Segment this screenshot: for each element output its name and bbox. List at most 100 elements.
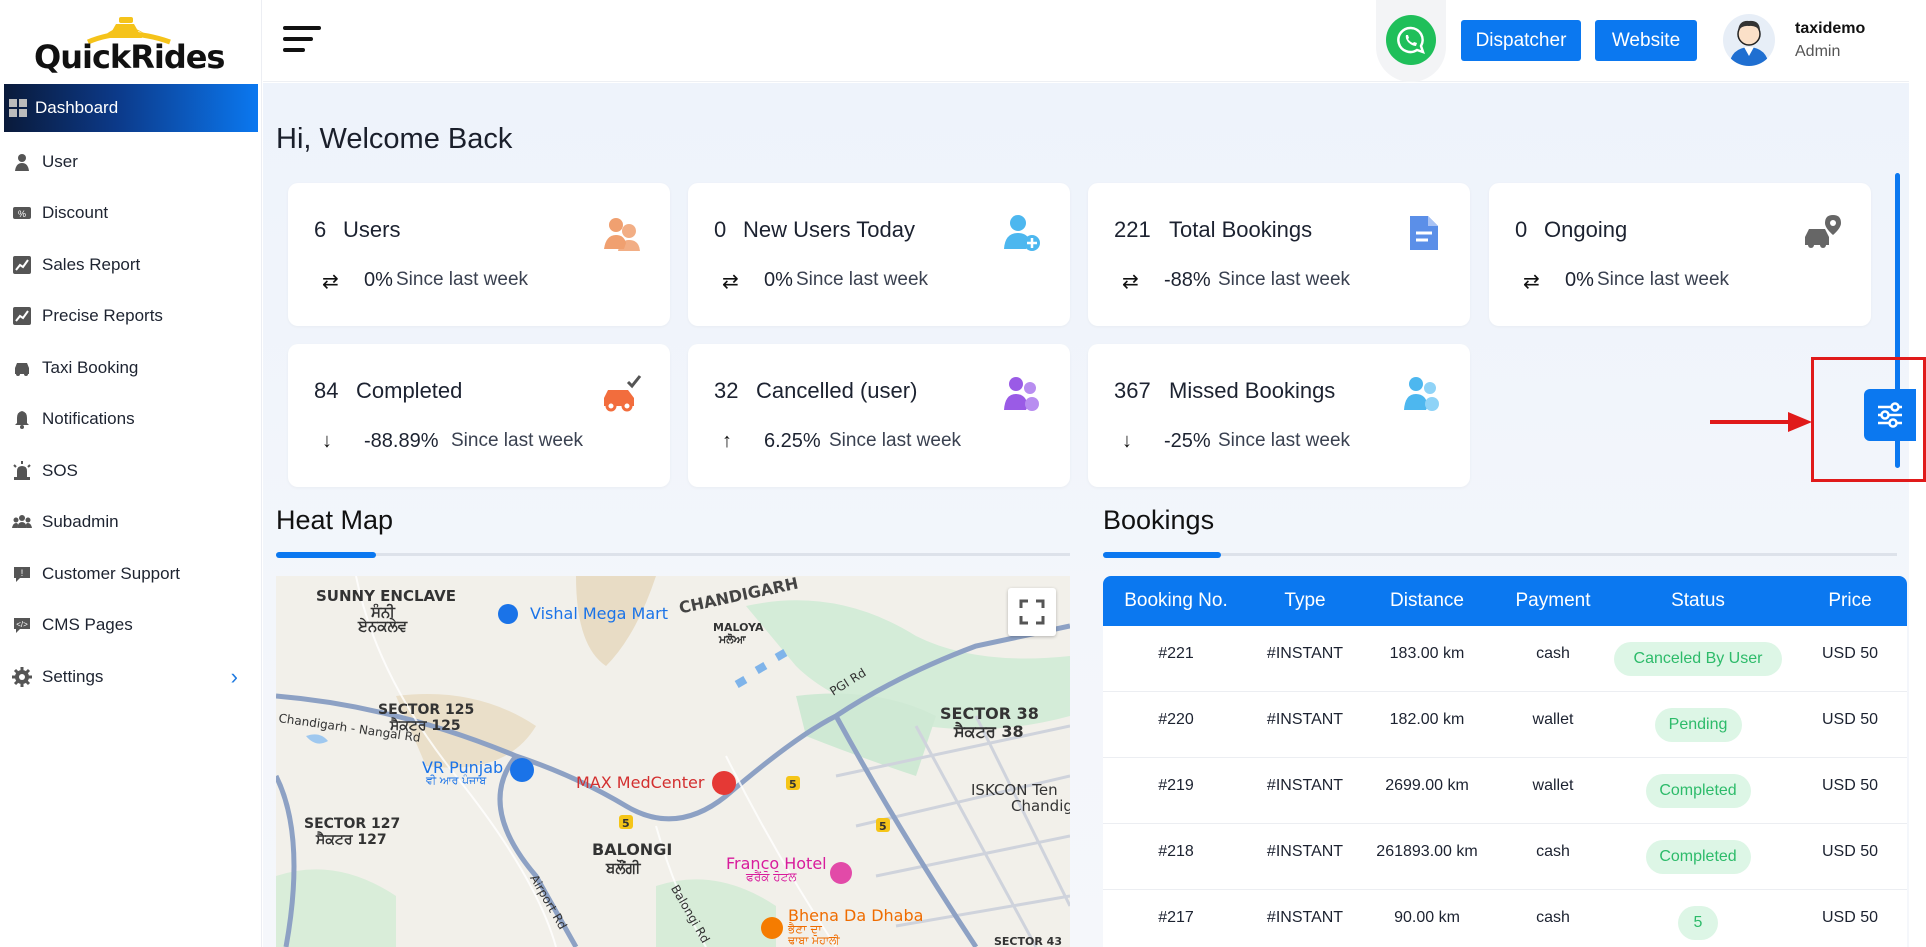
col-status[interactable]: Status — [1623, 590, 1773, 612]
chat-icon: ! — [12, 564, 32, 584]
brand-name: QuickRides — [34, 38, 225, 76]
sidebar-item-label: SOS — [42, 460, 78, 480]
svg-text:!: ! — [21, 568, 24, 578]
map-poi-max[interactable]: MAX MedCenter — [576, 773, 704, 792]
stat-since: Since last week — [796, 269, 929, 290]
heat-map[interactable]: SUNNY ENCLAVE ਸੰਨੀ ਏਨਕਲੇਵ Vishal Mega Ma… — [276, 576, 1070, 947]
sidebar-item-label: Customer Support — [42, 563, 180, 583]
cell-type: #INSTANT — [1266, 843, 1344, 860]
sidebar-item-notifications[interactable]: Notifications — [4, 394, 258, 446]
stat-percent: 6.25% — [764, 430, 821, 452]
col-price[interactable]: Price — [1793, 590, 1907, 612]
code-chat-icon: </> — [12, 615, 32, 635]
user-name: taxidemo — [1795, 20, 1866, 37]
dispatcher-button[interactable]: Dispatcher — [1461, 20, 1581, 61]
sidebar-item-settings[interactable]: Settings › — [4, 651, 258, 703]
trend-icon: ⇄ — [722, 271, 739, 293]
cell-type: #INSTANT — [1266, 777, 1344, 794]
sidebar-item-precise-reports[interactable]: Precise Reports — [4, 291, 258, 343]
map-poi-vrpunjab-pa: ਵੀ ਆਰ ਪੰਜਾਬ — [426, 774, 487, 787]
map-label-iskcon-2: Chandig — [1011, 797, 1070, 815]
map-label-balongi: BALONGI — [592, 840, 673, 859]
cell-price: USD 50 — [1821, 843, 1879, 860]
col-distance[interactable]: Distance — [1361, 590, 1493, 612]
route-shield-5c: 5 — [879, 820, 887, 833]
car-location-icon — [1803, 213, 1843, 253]
stat-card-cancelled-user[interactable]: 32 Cancelled (user) ↑ 6.25% Since last w… — [688, 344, 1070, 487]
cell-distance: 183.00 km — [1389, 645, 1465, 662]
fullscreen-icon[interactable] — [1008, 588, 1056, 636]
stat-label: Total Bookings — [1169, 217, 1313, 242]
cell-payment: cash — [1536, 909, 1570, 926]
stat-percent: 0% — [1565, 269, 1594, 291]
table-row[interactable]: #218 #INSTANT 261893.00 km cash Complete… — [1103, 824, 1907, 890]
sidebar-item-label: CMS Pages — [42, 615, 133, 635]
stat-card-users[interactable]: 6 Users ⇄ 0% Since last week — [288, 183, 670, 326]
stat-card-new-users-today[interactable]: 0 New Users Today ⇄ 0% Since last week — [688, 183, 1070, 326]
map-label-sector38: SECTOR 38 — [940, 704, 1039, 723]
sidebar-item-subadmin[interactable]: Subadmin — [4, 497, 258, 549]
table-row[interactable]: #219 #INSTANT 2699.00 km wallet Complete… — [1103, 758, 1907, 824]
cell-price: USD 50 — [1821, 645, 1879, 662]
add-user-icon — [1002, 213, 1042, 253]
sidebar-item-label: Notifications — [42, 409, 135, 429]
car-check-icon — [602, 374, 642, 414]
cell-payment: wallet — [1532, 711, 1574, 728]
status-badge: Canceled By User — [1614, 642, 1782, 676]
sidebar-item-user[interactable]: User — [4, 136, 258, 188]
highlight-box — [1811, 357, 1926, 482]
sidebar-nav: Dashboard User % Discount Sales Report Precis… — [4, 84, 258, 703]
sidebar-item-label: Sales Report — [42, 254, 141, 274]
table-row[interactable]: #220 #INSTANT 182.00 km wallet Pending U… — [1103, 692, 1907, 758]
map-label-sector127: SECTOR 127 — [304, 816, 401, 832]
cell-booking-no: #220 — [1158, 711, 1194, 728]
red-arrow-icon — [1710, 412, 1812, 432]
map-poi-vishal[interactable]: Vishal Mega Mart — [530, 604, 668, 623]
cell-booking-no: #218 — [1158, 843, 1194, 860]
col-payment[interactable]: Payment — [1493, 590, 1613, 612]
sidebar-item-label: User — [42, 151, 78, 171]
menu-toggle-icon[interactable] — [283, 26, 321, 54]
discount-icon: % — [12, 203, 32, 223]
sidebar-item-label: Subadmin — [42, 512, 119, 532]
sidebar-item-dashboard[interactable]: Dashboard — [4, 84, 258, 132]
stat-value: 6 — [314, 217, 327, 242]
col-booking-no[interactable]: Booking No. — [1103, 590, 1249, 612]
users-cancel-icon — [1002, 374, 1042, 414]
trend-icon: ↓ — [322, 430, 332, 452]
stat-value: 0 — [1515, 217, 1528, 242]
avatar[interactable] — [1723, 14, 1775, 66]
table-row[interactable]: #217 #INSTANT 90.00 km cash 5 USD 50 — [1103, 890, 1907, 947]
status-badge: Completed — [1645, 840, 1751, 874]
top-header: Dispatcher Website taxidemo Admin — [263, 0, 1909, 82]
trend-icon: ⇄ — [1122, 271, 1139, 293]
chevron-right-icon[interactable]: › — [231, 664, 238, 690]
stat-label: Completed — [356, 378, 463, 403]
stat-card-total-bookings[interactable]: 221 Total Bookings ⇄ -88% Since last wee… — [1088, 183, 1470, 326]
sidebar-item-taxi-booking[interactable]: Taxi Booking — [4, 342, 258, 394]
website-button[interactable]: Website — [1595, 20, 1697, 61]
chart-icon — [12, 306, 32, 326]
bell-icon — [12, 409, 32, 430]
sidebar-item-sales-report[interactable]: Sales Report — [4, 239, 258, 291]
table-row[interactable]: #221 #INSTANT 183.00 km cash Canceled By… — [1103, 626, 1907, 692]
stat-card-missed-bookings[interactable]: 367 Missed Bookings ↓ -25% Since last we… — [1088, 344, 1470, 487]
whatsapp-icon[interactable] — [1386, 15, 1436, 65]
gear-icon — [12, 666, 32, 687]
stat-card-completed[interactable]: 84 Completed ↓ -88.89% Since last week — [288, 344, 670, 487]
status-badge: Completed — [1645, 774, 1751, 808]
stat-card-ongoing[interactable]: 0 Ongoing ⇄ 0% Since last week — [1489, 183, 1871, 326]
sidebar-item-label: Dashboard — [35, 98, 119, 117]
stat-label: Users — [343, 217, 401, 242]
document-icon — [1402, 213, 1442, 253]
sidebar-item-cms-pages[interactable]: </> CMS Pages — [4, 600, 258, 652]
stat-percent: -25% — [1164, 430, 1211, 452]
bookings-table: Booking No. Type Distance Payment Status… — [1103, 576, 1907, 947]
sidebar-item-discount[interactable]: % Discount — [4, 188, 258, 240]
cell-distance: 261893.00 km — [1376, 843, 1478, 860]
map-label-sector127-pa: ਸੈਕਟਰ 127 — [316, 832, 387, 848]
col-type[interactable]: Type — [1249, 590, 1361, 612]
group-icon — [12, 512, 32, 532]
sidebar-item-sos[interactable]: SOS — [4, 445, 258, 497]
sidebar-item-customer-support[interactable]: ! Customer Support — [4, 548, 258, 600]
